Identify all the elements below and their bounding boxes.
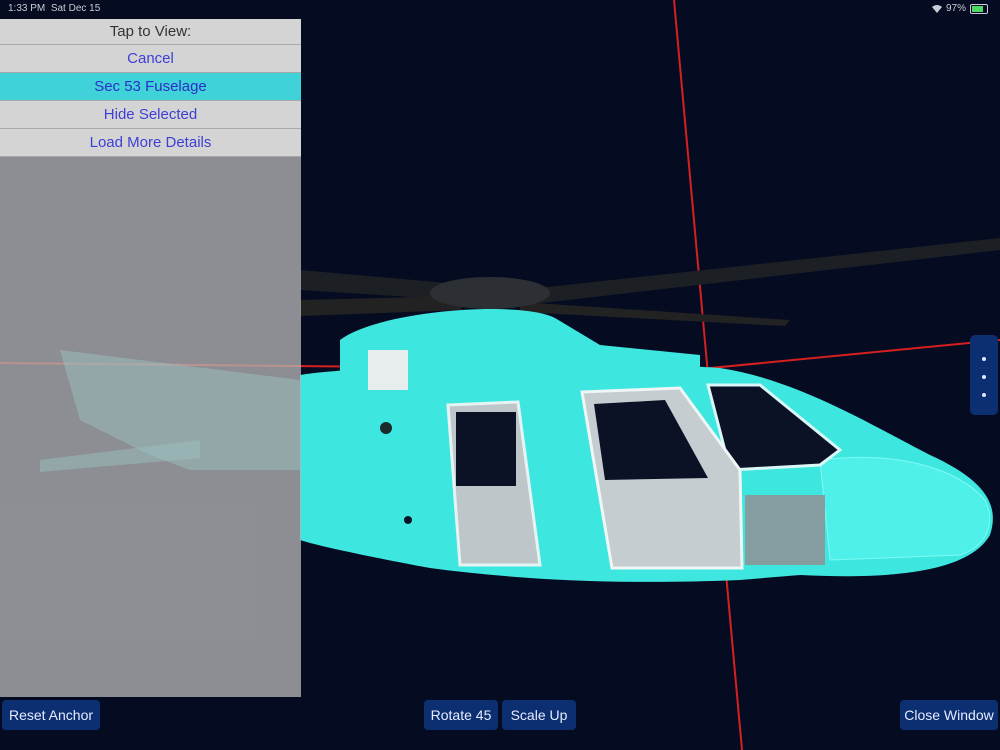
rotate-45-button[interactable]: Rotate 45 — [424, 700, 498, 730]
reset-anchor-button[interactable]: Reset Anchor — [2, 700, 100, 730]
rotor-blades — [300, 238, 1000, 326]
selection-panel: Tap to View: Cancel Sec 53 Fuselage Hide… — [0, 19, 301, 697]
dot-icon — [982, 393, 986, 397]
menu-header: Tap to View: — [0, 19, 301, 45]
menu-item-hide-selected[interactable]: Hide Selected — [0, 101, 301, 129]
wifi-icon — [931, 4, 942, 13]
status-bar: 1:33 PM Sat Dec 15 97% — [0, 0, 1000, 18]
scale-up-button[interactable]: Scale Up — [502, 700, 576, 730]
status-date: Sat Dec 15 — [50, 3, 101, 14]
menu-item-sec-53-fuselage[interactable]: Sec 53 Fuselage — [0, 73, 301, 101]
battery-percent: 97% — [945, 3, 966, 14]
close-window-button[interactable]: Close Window — [900, 700, 998, 730]
battery-icon — [970, 3, 988, 14]
dot-icon — [982, 375, 986, 379]
menu-item-cancel[interactable]: Cancel — [0, 45, 301, 73]
status-time: 1:33 PM — [8, 3, 46, 14]
more-options-handle[interactable] — [970, 335, 998, 415]
menu-item-load-more-details[interactable]: Load More Details — [0, 129, 301, 157]
dot-icon — [982, 357, 986, 361]
